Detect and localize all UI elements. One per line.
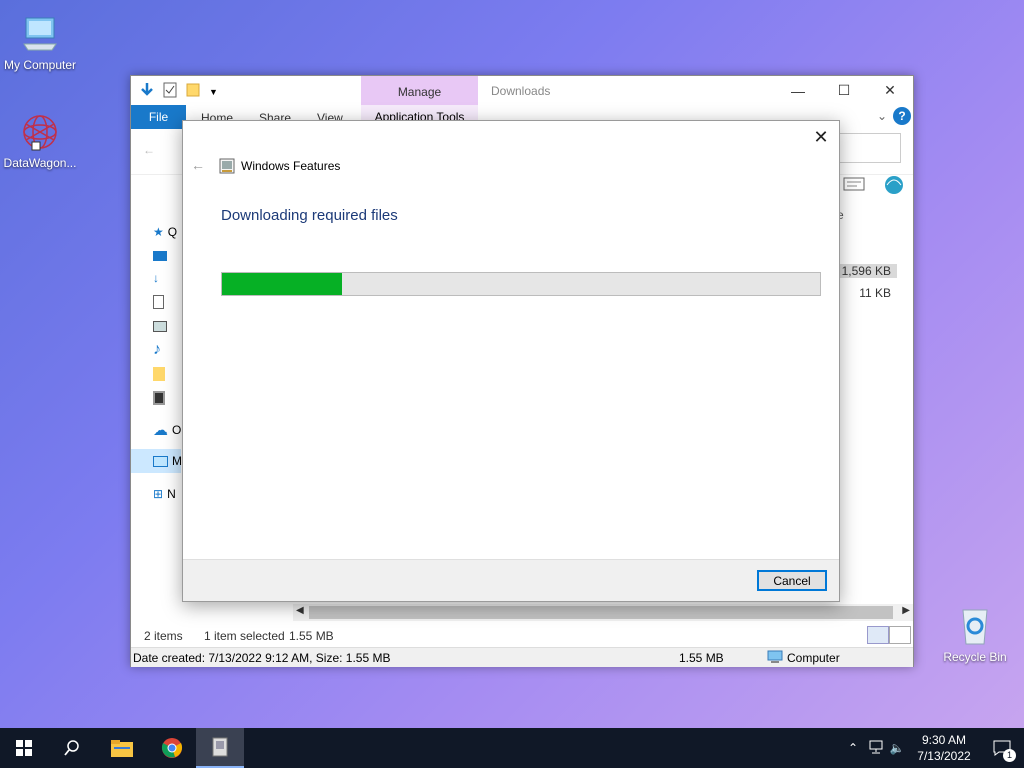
scroll-left-icon[interactable]: ◀ — [296, 605, 304, 616]
selection-count: 1 item selected — [204, 629, 285, 643]
taskbar: ⌃ 🔈 9:30 AM 7/13/2022 1 — [0, 728, 1024, 768]
nav-quick-access[interactable]: ★ Q — [153, 222, 183, 242]
manage-contextual-tab[interactable]: Manage — [361, 76, 478, 105]
window-title: Downloads — [491, 84, 551, 98]
navigation-pane: ★ Q ↓ ♪ ☁ O M ⊞ N — [131, 216, 183, 516]
maximize-icon[interactable]: ☐ — [821, 76, 867, 105]
music-icon: ♪ — [153, 341, 161, 358]
windows-logo-icon — [16, 740, 32, 756]
notification-badge: 1 — [1003, 749, 1016, 762]
taskbar-chrome[interactable] — [148, 728, 196, 768]
pictures-icon — [153, 320, 167, 332]
desktop-icon-my-computer[interactable]: My Computer — [0, 10, 80, 72]
folder-icon — [111, 740, 133, 757]
file-size-1: 1,596 KB — [835, 264, 897, 278]
tab-file[interactable]: File — [131, 105, 186, 129]
dialog-heading: Downloading required files — [221, 207, 398, 224]
large-icons-view-button[interactable] — [889, 626, 911, 644]
help-icon[interactable]: ? — [893, 107, 911, 125]
details-view-button[interactable] — [867, 626, 889, 644]
back-arrow-icon[interactable]: ← — [191, 157, 205, 173]
computer-icon — [0, 10, 80, 58]
progress-fill — [222, 273, 342, 295]
computer-icon — [153, 455, 168, 467]
nav-this-pc[interactable]: M — [153, 451, 183, 471]
ribbon-expand-icon[interactable]: ⌄ — [877, 109, 887, 123]
desktop-icon-label: DataWagon... — [3, 156, 77, 170]
preview-pane-icon[interactable] — [843, 177, 865, 194]
nav-pictures[interactable] — [153, 316, 183, 336]
desktop-icon — [153, 251, 167, 261]
windows-features-icon — [212, 737, 228, 757]
system-tray: ⌃ 🔈 9:30 AM 7/13/2022 1 — [842, 728, 1024, 768]
clock-time: 9:30 AM — [921, 733, 967, 747]
cancel-button[interactable]: Cancel — [757, 570, 827, 591]
scrollbar-thumb[interactable] — [309, 606, 893, 619]
selection-size: 1.55 MB — [289, 629, 334, 643]
document-icon — [153, 295, 164, 309]
desktop-icon-label: My Computer — [3, 58, 77, 72]
nav-downloads[interactable]: ↓ — [153, 268, 183, 288]
nav-videos[interactable] — [153, 388, 183, 408]
nav-onedrive[interactable]: ☁ O — [153, 420, 183, 440]
file-size-2: 11 KB — [859, 286, 891, 300]
star-icon: ★ — [153, 225, 164, 239]
folder-icon — [153, 367, 165, 381]
download-icon: ↓ — [153, 271, 159, 285]
nav-documents[interactable] — [153, 292, 183, 312]
item-count: 2 items — [144, 629, 183, 643]
download-progress-bar — [221, 272, 821, 296]
qat-dropdown-icon[interactable]: ▼ — [209, 87, 218, 97]
horizontal-scrollbar[interactable]: ◀ ▶ — [293, 604, 913, 621]
taskbar-clock[interactable]: 9:30 AM 7/13/2022 — [908, 732, 980, 764]
desktop-icon-recycle-bin[interactable]: Recycle Bin — [935, 602, 1015, 664]
volume-icon[interactable]: 🔈 — [886, 741, 908, 755]
start-button[interactable] — [0, 728, 48, 768]
properties-icon[interactable] — [163, 82, 177, 101]
search-icon — [64, 740, 79, 756]
shell-icon[interactable] — [883, 173, 905, 198]
datawagon-icon — [0, 108, 80, 156]
scroll-right-icon[interactable]: ▶ — [902, 605, 910, 616]
windows-features-icon — [219, 158, 235, 174]
clock-date: 7/13/2022 — [917, 749, 971, 763]
file-details: Date created: 7/13/2022 9:12 AM, Size: 1… — [133, 651, 391, 665]
window-controls: — ☐ ✕ — [775, 76, 913, 105]
dialog-footer: Cancel — [183, 559, 839, 601]
details-size: 1.55 MB — [679, 651, 724, 665]
cloud-icon: ☁ — [153, 422, 168, 439]
recycle-bin-icon — [935, 602, 1015, 650]
computer-icon — [767, 650, 783, 667]
chevron-up-icon[interactable]: ⌃ — [842, 741, 864, 755]
network-icon: ⊞ — [153, 487, 164, 501]
search-button[interactable] — [48, 728, 96, 768]
desktop-icon-label: Recycle Bin — [943, 650, 1007, 664]
download-arrow-icon[interactable] — [139, 82, 155, 101]
close-icon[interactable]: ✕ — [811, 127, 831, 147]
video-icon — [153, 391, 165, 405]
nav-folder[interactable] — [153, 364, 183, 384]
minimize-icon[interactable]: — — [775, 76, 821, 105]
desktop-icon-datawagon[interactable]: DataWagon... — [0, 108, 80, 170]
quick-access-toolbar: ▼ — [139, 82, 218, 101]
dialog-title: Windows Features — [241, 159, 341, 173]
explorer-titlebar: ▼ Manage Downloads — ☐ ✕ — [131, 76, 913, 105]
status-bar: 2 items 1 item selected 1.55 MB — [131, 624, 913, 646]
windows-features-dialog: ✕ ← Windows Features Downloading require… — [182, 120, 840, 602]
network-icon[interactable] — [864, 740, 886, 757]
nav-desktop[interactable] — [153, 246, 183, 266]
taskbar-file-explorer[interactable] — [98, 728, 146, 768]
nav-network[interactable]: ⊞ N — [153, 484, 183, 504]
taskbar-windows-features[interactable] — [196, 728, 244, 768]
details-location: Computer — [787, 651, 840, 665]
notification-center-icon[interactable]: 1 — [980, 728, 1024, 768]
search-input[interactable] — [839, 133, 901, 163]
close-icon[interactable]: ✕ — [867, 76, 913, 105]
new-folder-icon[interactable] — [185, 82, 201, 101]
chrome-icon — [161, 738, 183, 758]
back-arrow-icon[interactable]: ← — [143, 143, 155, 157]
details-bar: Date created: 7/13/2022 9:12 AM, Size: 1… — [131, 647, 913, 667]
nav-music[interactable]: ♪ — [153, 340, 183, 360]
